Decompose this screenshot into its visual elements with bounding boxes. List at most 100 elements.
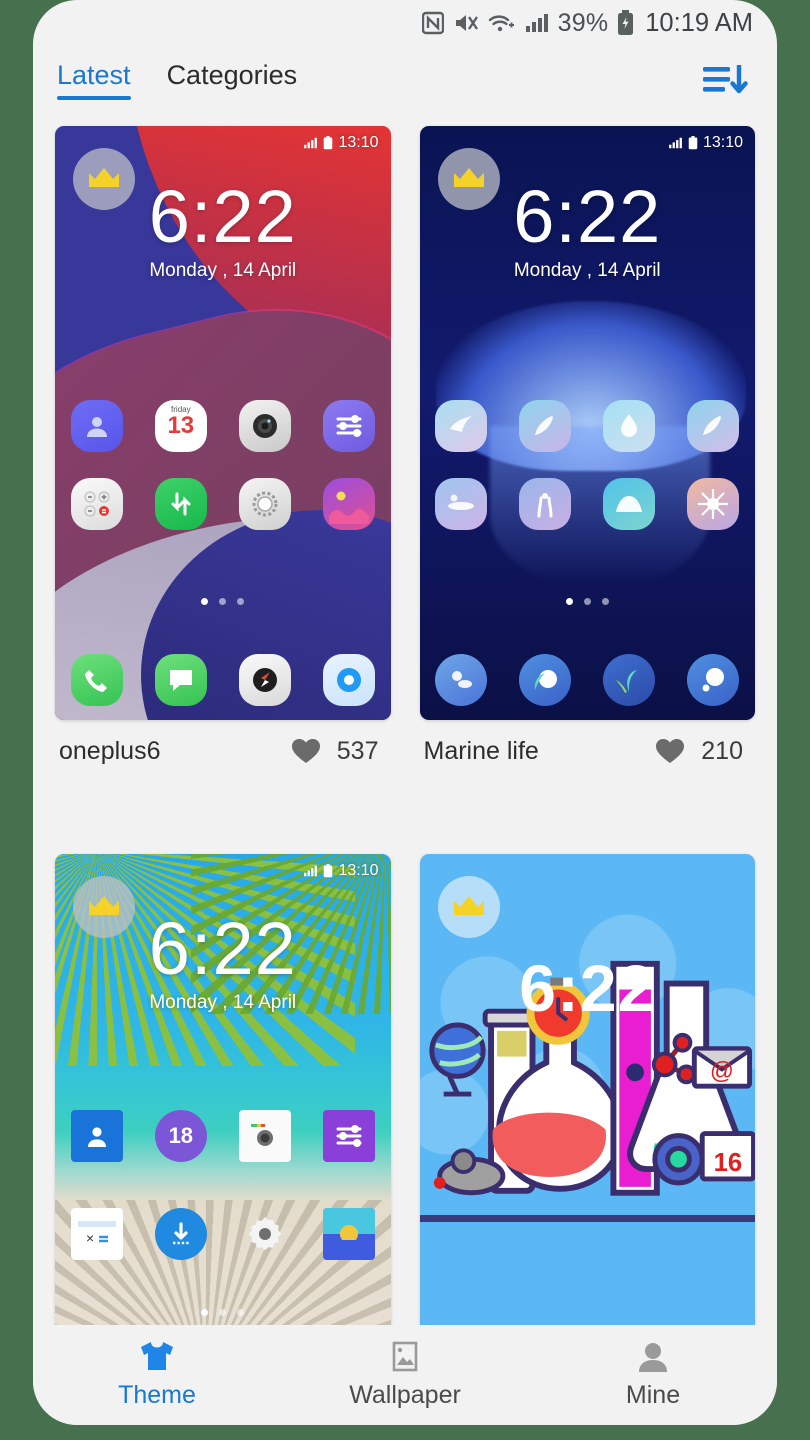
settings-icon [238,478,291,530]
settings-sliders-icon [322,1110,375,1162]
tab-latest[interactable]: Latest [57,60,131,100]
heart-icon [656,739,685,763]
contacts-icon [70,400,123,452]
tshirt-icon [141,1342,173,1370]
calendar-icon: 18 [154,1110,207,1162]
battery-charging-icon [617,10,634,36]
clock-compass-icon [238,654,291,706]
page-indicator [55,1309,391,1316]
preview-status-bar: 13:10 [303,134,379,152]
theme-card[interactable]: 13:10 6:22 Monday , 14 April friday 13 o… [55,126,391,782]
mute-icon [453,11,479,35]
premium-crown-badge [73,876,135,938]
preview-status-bar: 13:10 [668,134,743,152]
theme-preview-marine-life[interactable]: 13:10 6:22 Monday , 14 April [419,126,756,720]
wifi-icon [488,11,516,35]
image-icon [392,1341,418,1372]
phone-icon [70,654,123,706]
marine-fish-icon [519,400,572,452]
nfc-icon [421,11,444,35]
marine-seaweed-icon [603,654,656,706]
svg-text:×: × [86,1230,94,1246]
like-group[interactable]: 537 [291,737,379,766]
theme-meta: Marine life 210 [420,720,756,782]
calculator-icon [70,478,123,530]
theme-grid: 13:10 6:22 Monday , 14 April friday 13 o… [33,114,777,1350]
page-indicator [420,598,756,605]
camera-icon [238,1110,291,1162]
like-count: 537 [336,736,379,765]
nav-label-mine: Mine [625,1381,681,1409]
marine-urchin-icon [687,478,740,530]
clock-time: 10:19 AM [645,8,753,37]
marine-coral-icon [519,478,572,530]
gallery-icon [322,478,375,530]
calendar-icon: friday 13 [154,400,207,452]
theme-meta: oneplus6 537 [55,720,391,782]
camera-icon [238,400,291,452]
theme-preview-science[interactable]: 6:22 @ 16 [419,854,755,1350]
calendar-day: 13 [167,412,195,439]
theme-preview-oneplus6[interactable]: 13:10 6:22 Monday , 14 April friday 13 [55,126,391,720]
marine-whale-icon [435,478,488,530]
calculator-icon: × [70,1208,123,1260]
status-bar: 39% 10:19 AM [33,0,777,46]
page-indicator [55,598,391,605]
app-window: 39% 10:19 AM Latest Categories 13:10 6:2… [33,0,777,1425]
nav-item-mine[interactable]: Mine [529,1340,777,1410]
data-transfer-icon [154,478,207,530]
preview-app-icons: 18 × [55,1110,391,1260]
email-at-symbol: @ [709,1058,733,1084]
marine-messages-icon [519,654,572,706]
tab-bar: Latest Categories [33,46,777,114]
theme-preview-beach[interactable]: 13:10 6:22 Monday , 14 April 18 × [55,854,391,1350]
nav-label-wallpaper: Wallpaper [349,1381,461,1409]
theme-card[interactable]: 13:10 6:22 Monday , 14 April 18 × [55,854,391,1350]
marine-drop-icon [603,400,656,452]
person-icon [639,1343,667,1372]
battery-percent: 39% [557,8,609,37]
settings-gear-icon [239,1208,291,1260]
browser-icon [322,654,375,706]
preview-dock [420,654,756,706]
theme-title: Marine life [423,736,539,765]
marine-shell-icon [435,400,488,452]
premium-crown-badge [437,876,500,938]
preview-clock-time: 6:22 [519,951,656,1025]
preview-status-bar: 13:10 [303,862,379,880]
preview-time: 13:10 [702,134,743,151]
marine-bubble-icon [687,654,740,706]
nav-item-theme[interactable]: Theme [33,1340,281,1410]
signal-icon [525,11,549,35]
theme-title: oneplus6 [59,736,161,765]
calendar-day: 18 [168,1123,194,1148]
contacts-icon [70,1110,123,1162]
heart-icon [291,739,320,763]
settings-sliders-icon [322,400,375,452]
preview-time: 13:10 [338,862,379,879]
marine-phone-icon [435,654,488,706]
downloads-icon [154,1208,207,1260]
preview-clock-date: Monday , 14 April [149,991,297,1013]
like-count: 210 [701,736,743,765]
preview-app-icons: friday 13 [55,400,391,530]
theme-card[interactable]: 6:22 @ 16 [419,854,755,1350]
bottom-nav: Theme Wallpaper Mine [33,1325,777,1425]
nav-label-theme: Theme [118,1381,196,1409]
sort-descending-icon[interactable] [701,60,749,100]
theme-card[interactable]: 13:10 6:22 Monday , 14 April Marine life… [419,126,756,782]
nav-item-wallpaper[interactable]: Wallpaper [281,1340,529,1410]
preview-app-icons [420,400,756,530]
preview-clock-date: Monday , 14 April [149,259,297,281]
bench-line [419,1215,755,1222]
preview-dock [55,654,391,706]
preview-time: 13:10 [338,134,379,151]
premium-crown-badge [437,148,500,210]
like-group[interactable]: 210 [655,737,743,766]
preview-clock-date: Monday , 14 April [513,259,661,281]
marine-fish-icon [687,400,740,452]
premium-crown-badge [73,148,135,210]
calendar-day: 16 [713,1149,742,1177]
marine-clam-icon [603,478,656,530]
tab-categories[interactable]: Categories [167,60,298,100]
